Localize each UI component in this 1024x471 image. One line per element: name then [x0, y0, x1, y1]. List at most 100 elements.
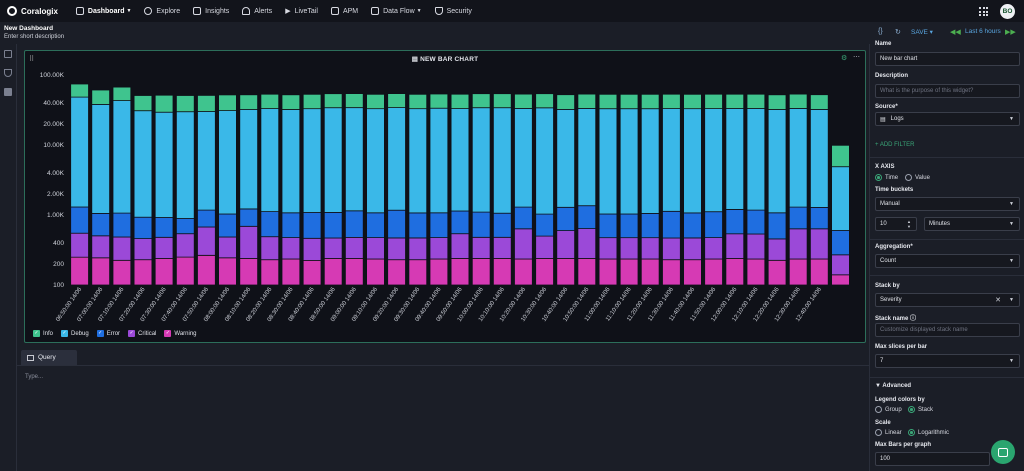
- max-slices-select[interactable]: 7 ▼: [875, 354, 1020, 368]
- bar-segment-debug[interactable]: [598, 108, 618, 215]
- bar-segment-error[interactable]: [831, 230, 850, 256]
- bar-segment-critical[interactable]: [577, 228, 597, 259]
- bar-segment-error[interactable]: [767, 212, 787, 240]
- bar-segment-error[interactable]: [197, 209, 216, 228]
- legend-group-radio[interactable]: Group: [875, 406, 902, 413]
- user-avatar[interactable]: BO: [1000, 4, 1015, 19]
- bar-segment-info[interactable]: [281, 94, 301, 110]
- bar-segment-info[interactable]: [492, 93, 512, 109]
- bar-segment-critical[interactable]: [831, 254, 850, 276]
- clear-icon[interactable]: ✕: [995, 296, 1001, 304]
- bar-segment-warning[interactable]: [577, 257, 597, 286]
- bar-segment-warning[interactable]: [514, 258, 533, 286]
- aggregation-select[interactable]: Count ▼: [875, 254, 1020, 268]
- bar-segment-debug[interactable]: [683, 108, 702, 214]
- bar-segment-error[interactable]: [725, 209, 745, 235]
- source-select[interactable]: ▤ Logs ▼: [875, 112, 1020, 126]
- bar-segment-error[interactable]: [704, 211, 723, 238]
- bar-segment-error[interactable]: [577, 205, 597, 229]
- bar-segment-error[interactable]: [429, 212, 449, 239]
- bar-segment-critical[interactable]: [408, 237, 428, 261]
- bar-segment-debug[interactable]: [133, 110, 153, 218]
- bar-segment-info[interactable]: [260, 93, 280, 110]
- bar-segment-warning[interactable]: [366, 258, 385, 286]
- coralogix-logo[interactable]: Coralogix: [7, 6, 58, 16]
- bar-segment-debug[interactable]: [218, 110, 237, 215]
- bar-segment-error[interactable]: [408, 212, 428, 239]
- bar-segment-debug[interactable]: [767, 109, 787, 214]
- bar-segment-warning[interactable]: [662, 259, 681, 286]
- bar-segment-warning[interactable]: [746, 258, 766, 286]
- bar-segment-critical[interactable]: [323, 237, 343, 259]
- bar-segment-warning[interactable]: [598, 258, 618, 286]
- bar-segment-warning[interactable]: [239, 257, 259, 286]
- bar-segment-info[interactable]: [429, 93, 449, 109]
- bar-segment-error[interactable]: [91, 212, 111, 237]
- bar-segment-critical[interactable]: [746, 233, 766, 260]
- bar-segment-debug[interactable]: [810, 109, 829, 208]
- bar-segment-info[interactable]: [577, 93, 597, 109]
- bar-segment-debug[interactable]: [471, 107, 491, 213]
- bar-segment-warning[interactable]: [112, 259, 132, 286]
- bar-segment-info[interactable]: [302, 93, 322, 110]
- bar-segment-debug[interactable]: [704, 108, 723, 213]
- bar-segment-debug[interactable]: [260, 108, 280, 212]
- bar-segment-error[interactable]: [70, 206, 89, 234]
- query-input[interactable]: Type...: [25, 374, 43, 380]
- bar-segment-error[interactable]: [387, 209, 406, 239]
- bar-segment-info[interactable]: [788, 93, 808, 109]
- bar-segment-critical[interactable]: [260, 236, 280, 261]
- bar-segment-critical[interactable]: [662, 237, 681, 261]
- bar-segment-error[interactable]: [112, 212, 132, 238]
- bar-segment-critical[interactable]: [535, 235, 554, 259]
- bar-segment-warning[interactable]: [831, 274, 850, 286]
- bar-segment-critical[interactable]: [556, 230, 575, 259]
- bar-segment-warning[interactable]: [810, 258, 829, 286]
- bar-segment-critical[interactable]: [302, 237, 322, 261]
- stack-by-select[interactable]: Severity ✕ ▼: [875, 293, 1020, 307]
- bar-segment-info[interactable]: [619, 93, 639, 110]
- bar-segment-debug[interactable]: [535, 107, 554, 215]
- bar-segment-debug[interactable]: [70, 96, 89, 208]
- bar-segment-info[interactable]: [662, 93, 681, 110]
- max-bars-field[interactable]: 100: [875, 452, 990, 466]
- bar-segment-info[interactable]: [767, 94, 787, 110]
- bar-segment-debug[interactable]: [640, 108, 660, 214]
- bar-segment-critical[interactable]: [281, 237, 301, 260]
- nav-apm[interactable]: APM: [330, 0, 358, 22]
- legend-stack-radio[interactable]: Stack: [908, 406, 933, 413]
- nav-alerts[interactable]: Alerts: [242, 0, 272, 22]
- bar-segment-error[interactable]: [323, 211, 343, 239]
- bar-segment-critical[interactable]: [133, 238, 153, 261]
- dashboard-title[interactable]: New Dashboard: [4, 25, 53, 32]
- bar-segment-error[interactable]: [598, 213, 618, 239]
- legend-item-debug[interactable]: ✓ Debug: [61, 330, 89, 337]
- bar-segment-error[interactable]: [344, 210, 364, 238]
- description-field[interactable]: What is the purpose of this widget?: [875, 84, 1020, 98]
- bar-segment-info[interactable]: [344, 93, 364, 109]
- name-field[interactable]: New bar chart: [875, 52, 1020, 66]
- bar-segment-warning[interactable]: [767, 259, 787, 286]
- stack-name-field[interactable]: Customize displayed stack name: [875, 323, 1020, 337]
- bar-segment-warning[interactable]: [429, 258, 449, 286]
- bar-segment-debug[interactable]: [344, 107, 364, 212]
- bar-segment-error[interactable]: [154, 217, 174, 238]
- nav-dataflow[interactable]: Data Flow ▼: [371, 0, 422, 22]
- xaxis-time-radio[interactable]: Time: [875, 174, 898, 181]
- bar-segment-debug[interactable]: [387, 107, 406, 211]
- bar-segment-info[interactable]: [239, 94, 259, 110]
- bar-segment-error[interactable]: [133, 216, 153, 239]
- bar-segment-warning[interactable]: [788, 258, 808, 286]
- bar-segment-critical[interactable]: [450, 233, 470, 259]
- bar-segment-info[interactable]: [91, 89, 111, 105]
- bar-segment-warning[interactable]: [492, 257, 512, 286]
- bar-segment-critical[interactable]: [197, 226, 216, 256]
- bar-segment-critical[interactable]: [788, 228, 808, 260]
- bucket-unit-select[interactable]: Minutes ▼: [924, 217, 1020, 231]
- bar-segment-debug[interactable]: [91, 104, 111, 214]
- bar-segment-error[interactable]: [556, 206, 575, 232]
- bar-segment-critical[interactable]: [704, 237, 723, 260]
- bar-segment-debug[interactable]: [175, 111, 195, 219]
- bar-segment-info[interactable]: [725, 93, 745, 109]
- bar-segment-critical[interactable]: [514, 228, 533, 260]
